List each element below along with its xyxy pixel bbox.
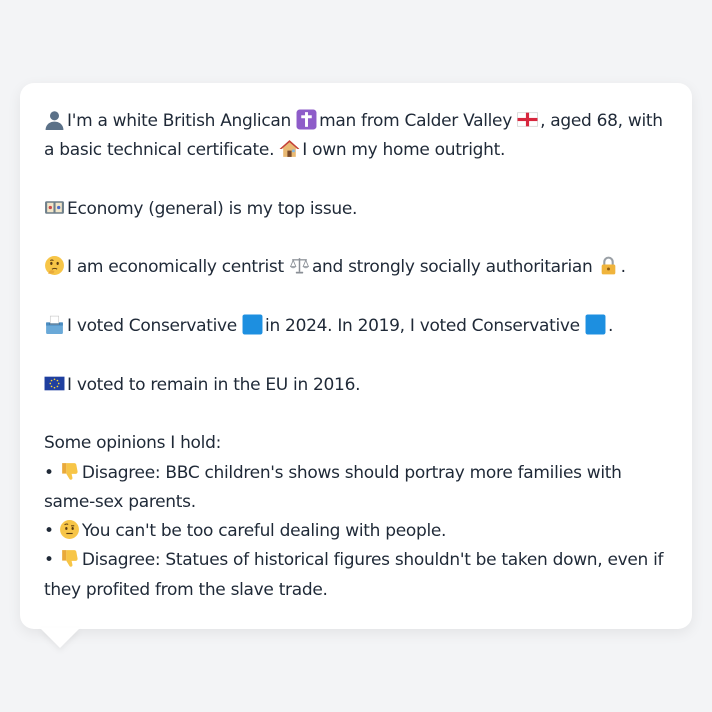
intro-text-1: I'm a white British Anglican <box>67 111 291 131</box>
opinion-2-text: You can't be too careful dealing with pe… <box>81 521 447 542</box>
opinion-item: • Disagree: BBC children's shows should … <box>44 459 668 488</box>
vote-text-1: I voted Conservative <box>67 316 237 337</box>
thumbs-down-icon <box>59 461 80 482</box>
intro-paragraph: I'm a white British Anglican man from Ca… <box>44 107 668 166</box>
vote-end: . <box>607 316 614 337</box>
issue-text: Economy (general) is my top issue. <box>67 198 358 219</box>
ballot-box-icon <box>44 314 65 335</box>
message-bubble: I'm a white British Anglican man from Ca… <box>20 83 692 629</box>
padlock-icon <box>598 255 619 276</box>
banknotes-icon <box>44 197 65 218</box>
ideology-end: . <box>620 257 626 278</box>
bullet: • <box>44 462 54 483</box>
bullet: • <box>44 550 54 571</box>
raised-eyebrow-face-icon <box>59 519 80 540</box>
vote-text-2: in 2024. In 2019, I voted Conservative <box>265 316 580 337</box>
thinking-face-icon <box>44 255 65 276</box>
blue-square-icon <box>242 314 263 335</box>
opinion-3-text: Disagree: Statues of historical figures … <box>81 550 664 571</box>
bubble-tail <box>40 628 80 648</box>
latin-cross-icon <box>296 109 317 130</box>
intro-text-3: , aged 68, with <box>540 111 663 131</box>
house-icon <box>279 138 300 159</box>
ideology-text-1: I am economically centrist <box>67 257 284 278</box>
opinion-item: • Disagree: Statues of historical figure… <box>44 546 668 575</box>
opinion-1-continued: same-sex parents. <box>44 491 196 512</box>
profile-text: I'm a white British Anglican man from Ca… <box>44 107 668 605</box>
intro-text-2: man from Calder Valley <box>319 111 512 131</box>
opinions-section: Some opinions I hold: • Disagree: BBC ch… <box>44 429 668 605</box>
opinion-1-text: Disagree: BBC children's shows should po… <box>81 462 622 483</box>
blue-square-icon <box>585 314 606 335</box>
england-flag-icon <box>517 109 538 130</box>
person-silhouette-icon <box>44 109 65 130</box>
eu-paragraph: I voted to remain in the EU in 2016. <box>44 371 668 400</box>
opinion-item: • You can't be too careful dealing with … <box>44 517 668 546</box>
issue-paragraph: Economy (general) is my top issue. <box>44 195 668 224</box>
eu-text: I voted to remain in the EU in 2016. <box>67 374 361 395</box>
intro-line-2: a basic technical certificate. I own my … <box>44 136 668 165</box>
thumbs-down-icon <box>59 548 80 569</box>
intro-text-5: I own my home outright. <box>302 140 506 161</box>
intro-line-1: I'm a white British Anglican man from Ca… <box>44 107 668 136</box>
ideology-paragraph: I am economically centrist and strongly … <box>44 253 668 282</box>
ideology-text-2: and strongly socially authoritarian <box>311 257 593 278</box>
vote-paragraph: I voted Conservative in 2024. In 2019, I… <box>44 312 668 341</box>
balance-scale-icon <box>289 255 310 276</box>
opinion-3-continued: they profited from the slave trade. <box>44 579 328 600</box>
bullet: • <box>44 521 54 542</box>
opinions-heading: Some opinions I hold: <box>44 433 221 454</box>
intro-text-4: a basic technical certificate. <box>44 140 275 161</box>
eu-flag-icon <box>44 373 65 394</box>
